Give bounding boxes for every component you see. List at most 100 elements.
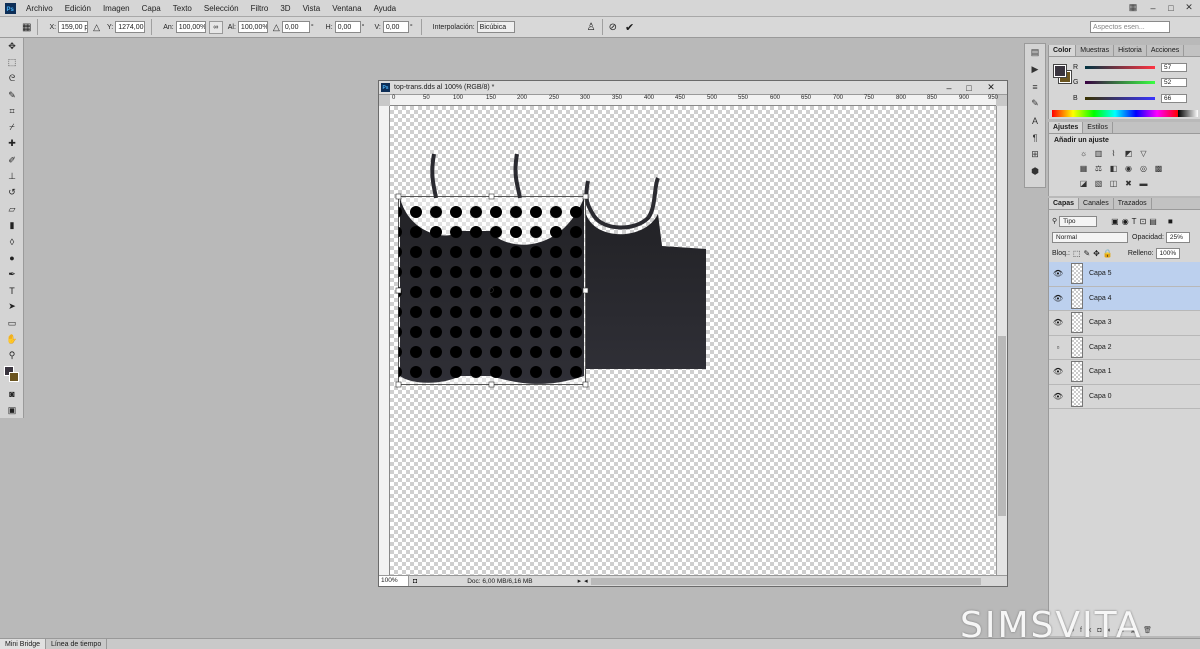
document-size-info[interactable]: Doc: 6,00 MB/6,16 MB: [467, 578, 532, 585]
red-slider[interactable]: R 57: [1073, 61, 1193, 73]
actions-panel-icon[interactable]: ▶: [1025, 61, 1045, 78]
blue-value-field[interactable]: 66: [1161, 93, 1187, 103]
menu-edicion[interactable]: Edición: [59, 4, 97, 13]
workspace-search-input[interactable]: Aspectos esen...: [1090, 21, 1170, 33]
3d-panel-icon[interactable]: ⬢: [1025, 163, 1045, 180]
green-value-field[interactable]: 52: [1161, 77, 1187, 87]
pen-tool-icon[interactable]: ✒: [0, 266, 24, 282]
close-icon[interactable]: ✕: [1180, 0, 1198, 15]
zoom-tool-icon[interactable]: ⚲: [0, 348, 24, 364]
hue-saturation-icon[interactable]: ▦: [1077, 162, 1090, 175]
blue-track[interactable]: [1085, 96, 1155, 100]
tool-presets-icon[interactable]: ⊞: [1025, 146, 1045, 163]
clone-stamp-tool-icon[interactable]: ⊥: [0, 168, 24, 184]
y-field[interactable]: 1274,00 p: [115, 21, 146, 33]
horizontal-scrollbar[interactable]: [590, 577, 981, 585]
tab-canales[interactable]: Canales: [1079, 198, 1114, 209]
height-field[interactable]: 100,00%: [237, 21, 268, 33]
background-color-swatch[interactable]: [9, 371, 19, 382]
menu-ventana[interactable]: Ventana: [326, 4, 367, 13]
channel-mixer-icon[interactable]: ◎: [1137, 162, 1150, 175]
layer-row[interactable]: 👁 Capa 3: [1049, 311, 1200, 336]
levels-icon[interactable]: ▥: [1092, 147, 1105, 160]
relative-position-icon[interactable]: △: [93, 22, 100, 33]
menu-3d[interactable]: 3D: [274, 4, 296, 13]
blue-slider[interactable]: B 66: [1073, 92, 1193, 104]
vibrance-icon[interactable]: ▽: [1137, 147, 1150, 160]
document-title-bar[interactable]: Ps top-trans.dds al 100% (RGB/8) *: [379, 81, 1007, 95]
brush-panel-icon[interactable]: ✎: [1025, 95, 1045, 112]
fill-field[interactable]: 100%: [1155, 247, 1180, 259]
menu-seleccion[interactable]: Selección: [198, 4, 245, 13]
type-tool-icon[interactable]: T: [0, 282, 24, 298]
visibility-eye-icon[interactable]: 👁: [1049, 318, 1067, 327]
scrollbar-thumb[interactable]: [998, 336, 1006, 516]
workspace-icon[interactable]: ▦: [1124, 0, 1142, 15]
black-white-icon[interactable]: ◧: [1107, 162, 1120, 175]
threshold-icon[interactable]: ◫: [1107, 177, 1120, 190]
grayscale-ramp[interactable]: [1178, 110, 1198, 117]
color-spectrum[interactable]: [1052, 110, 1178, 117]
history-panel-icon[interactable]: ▤: [1025, 44, 1045, 61]
layer-row[interactable]: 👁 Capa 1: [1049, 360, 1200, 385]
maximize-icon[interactable]: □: [1162, 0, 1180, 15]
lock-icons[interactable]: ⬚✎✥🔒: [1073, 249, 1116, 258]
hskew-field[interactable]: 0,00: [334, 21, 361, 33]
tab-ajustes[interactable]: Ajustes: [1049, 122, 1084, 133]
visibility-eye-icon[interactable]: 👁: [1049, 269, 1067, 278]
layer-filter-icons[interactable]: ▣◉T⊡▤: [1111, 217, 1160, 226]
minimize-icon[interactable]: –: [1144, 0, 1162, 15]
menu-archivo[interactable]: Archivo: [20, 4, 59, 13]
tab-muestras[interactable]: Muestras: [1076, 45, 1115, 56]
hand-tool-icon[interactable]: ✋: [0, 331, 24, 347]
visibility-box-empty[interactable]: ▫: [1049, 343, 1067, 352]
doc-maximize-icon[interactable]: □: [959, 81, 979, 94]
visibility-eye-icon[interactable]: 👁: [1049, 392, 1067, 401]
posterize-icon[interactable]: ▧: [1092, 177, 1105, 190]
vskew-field[interactable]: 0,00: [382, 21, 409, 33]
green-slider[interactable]: G 52: [1073, 76, 1193, 88]
transform-handle[interactable]: [488, 193, 495, 200]
menu-filtro[interactable]: Filtro: [245, 4, 275, 13]
invert-icon[interactable]: ◪: [1077, 177, 1090, 190]
visibility-eye-icon[interactable]: 👁: [1049, 294, 1067, 303]
photo-filter-icon[interactable]: ◉: [1122, 162, 1135, 175]
layer-filter-select[interactable]: Tipo: [1059, 215, 1098, 227]
transform-handle[interactable]: [582, 287, 589, 294]
vertical-scrollbar[interactable]: [996, 106, 1007, 577]
path-selection-tool-icon[interactable]: ➤: [0, 299, 24, 315]
width-field[interactable]: 100,00%: [175, 21, 206, 33]
gradient-map-icon[interactable]: ▬: [1137, 177, 1150, 190]
lasso-tool-icon[interactable]: ᘓ: [0, 71, 24, 87]
marquee-tool-icon[interactable]: ⬚: [0, 54, 24, 70]
menu-capa[interactable]: Capa: [136, 4, 167, 13]
crop-tool-icon[interactable]: ⌗: [0, 103, 24, 119]
green-track[interactable]: [1085, 80, 1155, 84]
color-lookup-icon[interactable]: ▩: [1152, 162, 1165, 175]
tab-historia[interactable]: Historia: [1114, 45, 1147, 56]
brightness-contrast-icon[interactable]: ☼: [1077, 147, 1090, 160]
visibility-eye-icon[interactable]: 👁: [1049, 367, 1067, 376]
selective-color-icon[interactable]: ✖: [1122, 177, 1135, 190]
foreground-color-swatch[interactable]: [1053, 64, 1067, 78]
eraser-tool-icon[interactable]: ▱: [0, 201, 24, 217]
layer-row[interactable]: 👁 Capa 0: [1049, 385, 1200, 409]
color-swatches[interactable]: [0, 364, 24, 386]
layer-row[interactable]: 👁 Capa 5: [1049, 262, 1200, 287]
gradient-tool-icon[interactable]: ▮: [0, 217, 24, 233]
tab-trazados[interactable]: Trazados: [1114, 198, 1152, 209]
menu-ayuda[interactable]: Ayuda: [368, 4, 403, 13]
zoom-level[interactable]: 100%: [379, 576, 409, 586]
opacity-field[interactable]: 25%: [1165, 231, 1190, 243]
link-icon[interactable]: ∞: [208, 20, 223, 34]
properties-panel-icon[interactable]: ≡: [1025, 78, 1045, 95]
layer-row[interactable]: 👁 Capa 4: [1049, 286, 1200, 311]
tab-estilos[interactable]: Estilos: [1083, 122, 1113, 133]
x-field[interactable]: 159,00 px: [58, 21, 89, 33]
transform-handle[interactable]: [488, 381, 495, 388]
tab-capas[interactable]: Capas: [1049, 198, 1080, 209]
tab-color[interactable]: Color: [1049, 45, 1077, 56]
transform-handle[interactable]: [582, 193, 589, 200]
quick-selection-tool-icon[interactable]: ✎: [0, 87, 24, 103]
exposure-icon[interactable]: ◩: [1122, 147, 1135, 160]
